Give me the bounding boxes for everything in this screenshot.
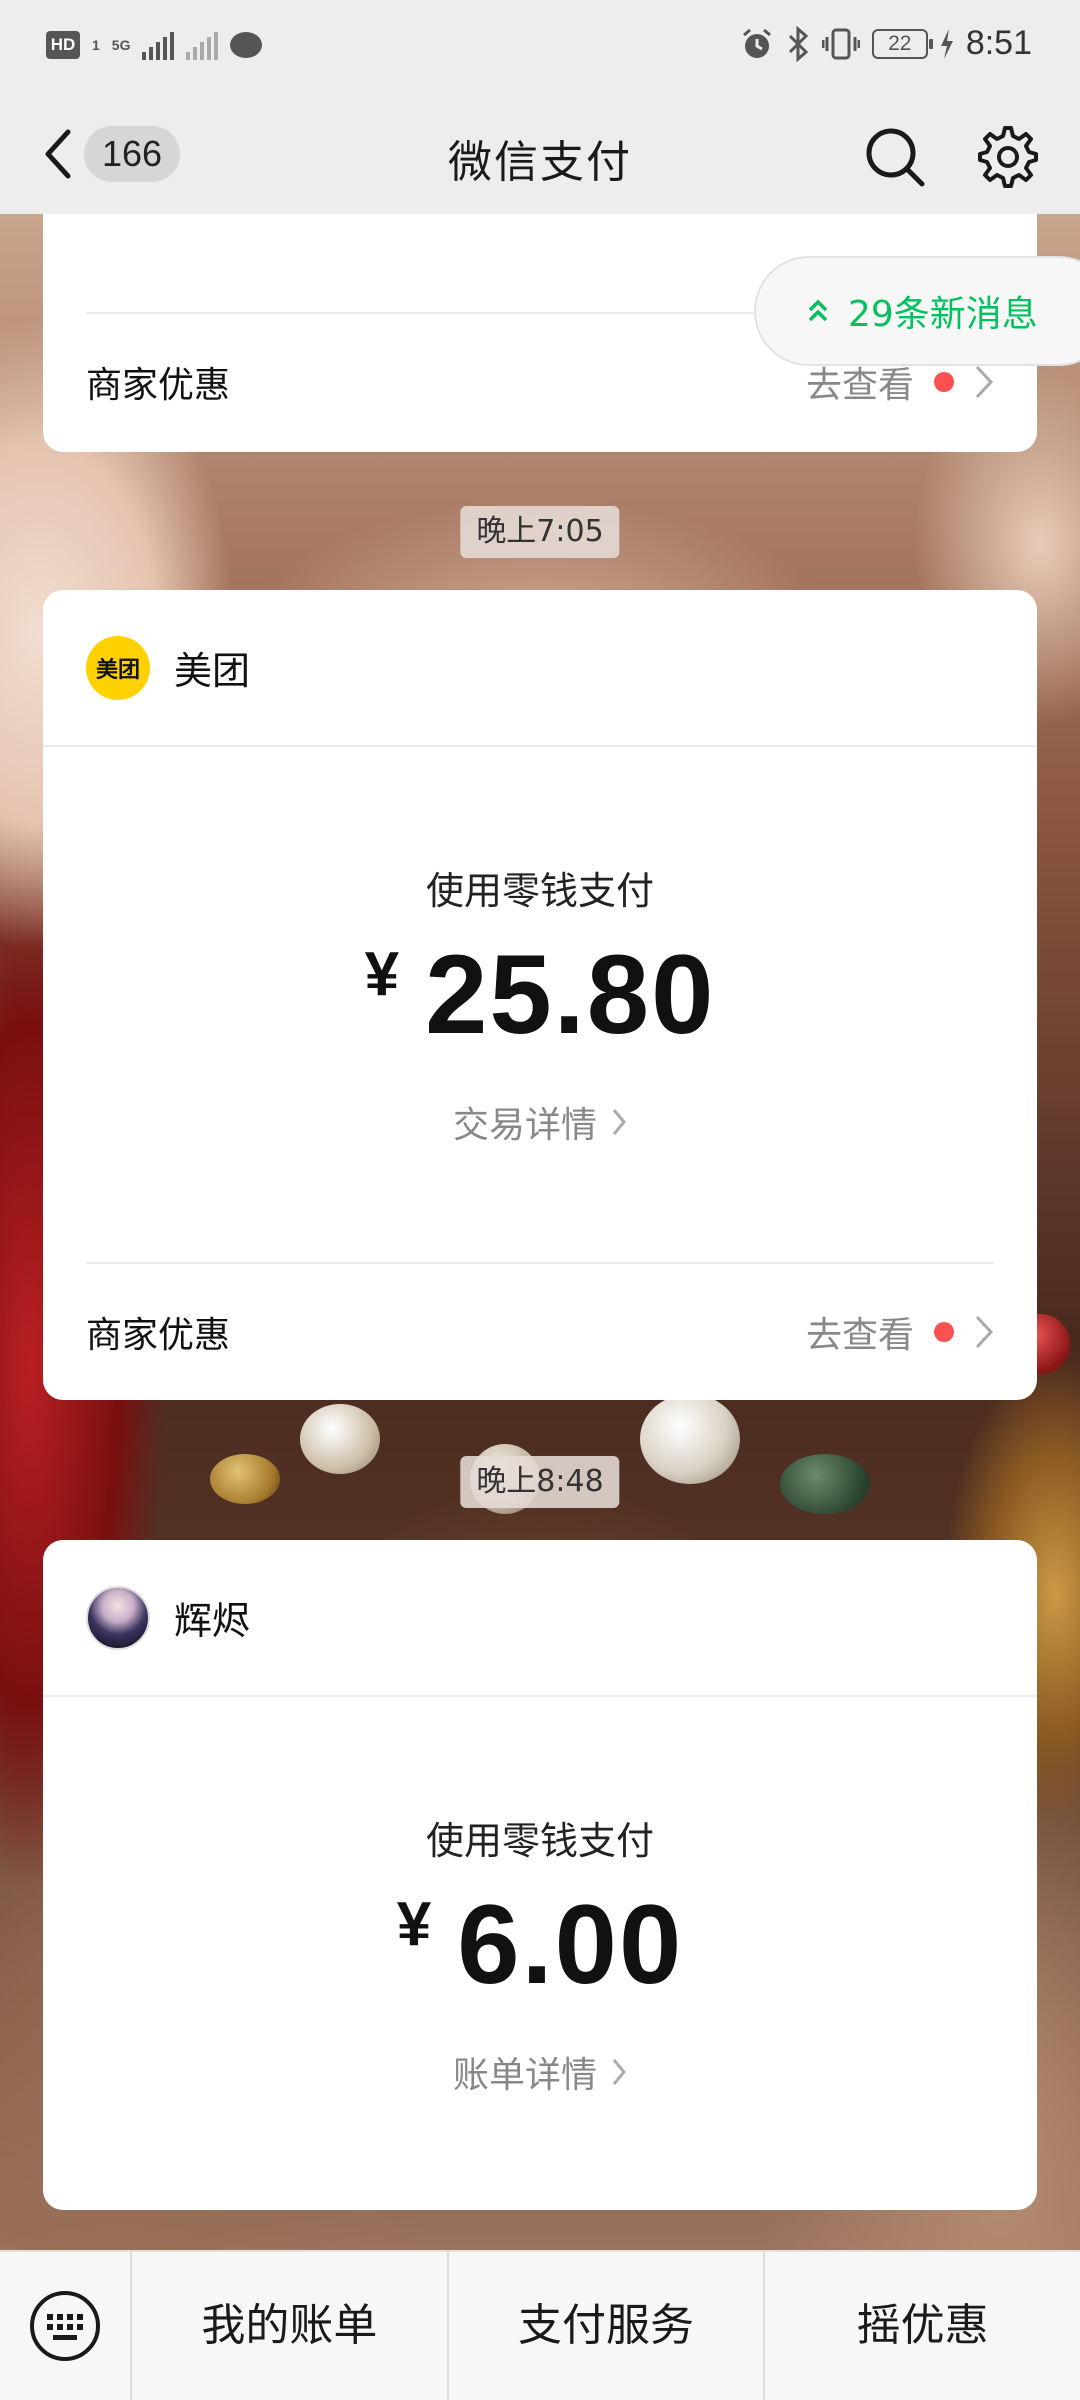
chevron-right-icon	[612, 1109, 626, 1135]
chevron-right-icon	[975, 365, 994, 399]
merchant-offer-label: 商家优惠	[86, 1315, 231, 1356]
menu-shake-offers-label: 摇优惠	[856, 2300, 989, 2351]
menu-payment-services[interactable]: 支付服务	[446, 2251, 764, 2400]
transaction-detail-link[interactable]: 交易详情	[43, 1096, 1037, 1148]
status-bar: HD 1 5G 22 8:51	[0, 0, 1080, 100]
payment-method-label: 使用零钱支付	[425, 869, 654, 913]
transaction-detail-label: 交易详情	[452, 1105, 597, 1146]
chevron-right-icon	[612, 2059, 626, 2085]
alarm-icon	[742, 28, 771, 58]
currency-symbol: ¥	[396, 1890, 432, 1959]
merchant-offer-label: 商家优惠	[86, 365, 231, 406]
payment-card-meituan[interactable]: 美团 美团 使用零钱支付 ¥25.80 交易详情 商家优惠 去查看	[43, 590, 1037, 1400]
payment-amount: ¥25.80	[43, 930, 1037, 1059]
signal-2-icon	[186, 30, 219, 60]
card-header: 美团 美团	[43, 590, 1037, 747]
battery-icon: 22	[871, 28, 933, 59]
bill-detail-label: 账单详情	[452, 2055, 597, 2096]
meituan-logo: 美团	[86, 635, 150, 700]
merchant-offer-row[interactable]: 商家优惠 去查看	[86, 1262, 994, 1400]
merchant-avatar	[86, 1585, 150, 1650]
menu-payment-services-label: 支付服务	[518, 2300, 694, 2351]
double-chevron-up-icon	[808, 299, 828, 322]
payment-card-huijin[interactable]: 辉烬 使用零钱支付 ¥6.00 账单详情	[43, 1540, 1037, 2210]
menu-my-bills-label: 我的账单	[201, 2300, 378, 2351]
chat-bubble-icon	[230, 32, 263, 58]
timestamp: 晚上8:48	[460, 1456, 620, 1508]
status-time: 8:51	[965, 24, 1032, 62]
new-messages-label: 29条新消息	[848, 294, 1038, 335]
signal-icon	[142, 30, 175, 60]
merchant-name: 辉烬	[174, 1599, 251, 1643]
card-header: 辉烬	[43, 1540, 1037, 1697]
network-label: 5G	[111, 37, 131, 53]
vibrate-icon	[821, 28, 860, 59]
payment-amount: ¥6.00	[43, 1880, 1037, 2009]
amount-value: 6.00	[457, 1882, 684, 2007]
search-icon[interactable]	[860, 122, 930, 192]
unread-dot	[934, 1322, 954, 1342]
bluetooth-icon	[788, 25, 809, 62]
bottom-menu-bar: 我的账单 支付服务 摇优惠	[0, 2250, 1080, 2400]
nav-bar: 166 微信支付	[0, 100, 1080, 214]
amount-value: 25.80	[425, 932, 716, 1057]
keyboard-icon	[30, 2291, 100, 2361]
hd-sub-label: 1	[92, 37, 100, 53]
currency-symbol: ¥	[364, 940, 400, 1009]
menu-shake-offers[interactable]: 摇优惠	[763, 2251, 1080, 2400]
payment-method-label: 使用零钱支付	[425, 1819, 654, 1863]
menu-my-bills[interactable]: 我的账单	[130, 2251, 447, 2400]
bill-detail-link[interactable]: 账单详情	[43, 2046, 1037, 2098]
timestamp: 晚上7:05	[460, 506, 620, 558]
charging-icon	[940, 28, 953, 59]
new-messages-button[interactable]: 29条新消息	[754, 256, 1080, 366]
chevron-right-icon	[975, 1315, 994, 1349]
keyboard-toggle-button[interactable]	[0, 2251, 130, 2400]
view-link[interactable]: 去查看	[806, 1306, 914, 1358]
merchant-name: 美团	[174, 649, 251, 693]
hd-icon: HD	[46, 31, 80, 59]
unread-dot	[934, 372, 954, 392]
settings-gear-icon[interactable]	[970, 122, 1040, 192]
